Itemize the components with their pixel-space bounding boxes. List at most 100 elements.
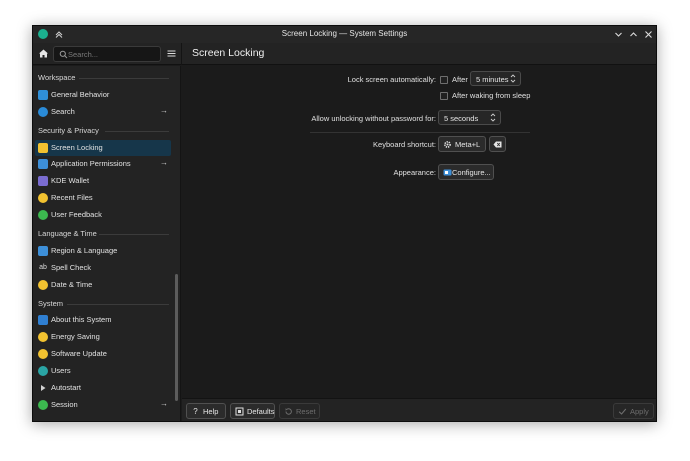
spin-arrows-icon[interactable] bbox=[510, 73, 516, 84]
sidebar-item-label: Spell Check bbox=[51, 263, 92, 272]
sidebar-item-application-permissions[interactable]: Application Permissions → bbox=[33, 156, 171, 172]
footer-bar: ? Help Defaults Reset Apply bbox=[182, 398, 656, 421]
section-system: System bbox=[38, 299, 64, 308]
section-divider bbox=[105, 131, 169, 132]
after-label: After bbox=[452, 75, 468, 84]
apply-button[interactable]: Apply bbox=[613, 403, 654, 419]
defaults-icon bbox=[235, 407, 244, 416]
user-feedback-icon bbox=[38, 210, 48, 220]
sidebar-item-label: Search bbox=[51, 107, 75, 116]
search-icon bbox=[38, 107, 48, 117]
session-icon bbox=[38, 400, 48, 410]
defaults-label: Defaults bbox=[247, 407, 275, 416]
sidebar-item-recent-files[interactable]: Recent Files bbox=[33, 190, 171, 206]
configure-icon bbox=[443, 168, 452, 177]
spin-arrows-icon[interactable] bbox=[490, 112, 496, 123]
system-settings-window: Screen Locking — System Settings Screen … bbox=[32, 25, 657, 422]
appearance-label: Appearance: bbox=[393, 168, 436, 177]
sidebar-item-label: Date & Time bbox=[51, 280, 93, 289]
lock-icon bbox=[38, 143, 48, 153]
general-behavior-icon bbox=[38, 90, 48, 100]
unlock-without-password-label: Allow unlocking without password for: bbox=[311, 114, 436, 123]
reset-button[interactable]: Reset bbox=[279, 403, 320, 419]
sidebar-item-label: KDE Wallet bbox=[51, 176, 90, 185]
recent-files-icon bbox=[38, 193, 48, 203]
autostart-icon bbox=[38, 383, 48, 393]
page-title: Screen Locking bbox=[192, 47, 265, 59]
arrow-right-icon: → bbox=[160, 106, 168, 115]
users-icon bbox=[38, 366, 48, 376]
home-icon[interactable] bbox=[37, 47, 50, 60]
sidebar-item-label: Screen Locking bbox=[51, 143, 103, 152]
sidebar-item-session[interactable]: Session → bbox=[33, 397, 171, 413]
after-waking-checkbox[interactable] bbox=[440, 92, 448, 100]
sidebar-item-autostart[interactable]: Autostart bbox=[33, 380, 171, 396]
configure-label: Configure... bbox=[452, 168, 491, 177]
section-divider bbox=[79, 78, 169, 79]
sidebar: Workspace General Behavior Search → Secu… bbox=[33, 66, 181, 421]
clear-shortcut-button[interactable] bbox=[489, 136, 506, 152]
sidebar-item-spell-check[interactable]: ab Spell Check bbox=[33, 260, 171, 276]
sidebar-item-label: Software Update bbox=[51, 349, 107, 358]
sidebar-item-label: About this System bbox=[51, 315, 112, 324]
help-button[interactable]: ? Help bbox=[186, 403, 226, 419]
main-content: Lock screen automatically: After 5 minut… bbox=[182, 66, 656, 398]
lock-after-value: 5 minutes bbox=[476, 75, 509, 84]
arrow-right-icon: → bbox=[160, 158, 168, 167]
title-bar: Screen Locking — System Settings bbox=[33, 26, 656, 43]
scrollbar-thumb[interactable] bbox=[175, 274, 178, 401]
lock-after-checkbox[interactable] bbox=[440, 76, 448, 84]
unlock-grace-spinbox[interactable]: 5 seconds bbox=[438, 110, 501, 125]
toolbar: Screen Locking bbox=[33, 43, 656, 65]
shortcut-value: Meta+L bbox=[455, 140, 481, 149]
permissions-icon bbox=[38, 159, 48, 169]
sidebar-item-label: Users bbox=[51, 366, 71, 375]
sidebar-item-search[interactable]: Search → bbox=[33, 104, 171, 120]
info-icon bbox=[38, 315, 48, 325]
configure-appearance-button[interactable]: Configure... bbox=[438, 164, 494, 180]
sidebar-item-users[interactable]: Users bbox=[33, 363, 171, 379]
software-update-icon bbox=[38, 349, 48, 359]
sidebar-item-about-this-system[interactable]: About this System bbox=[33, 312, 171, 328]
reset-icon bbox=[284, 407, 293, 416]
search-icon bbox=[59, 50, 68, 59]
search-field[interactable] bbox=[53, 46, 161, 62]
sidebar-item-label: Region & Language bbox=[51, 246, 118, 255]
shortcut-button[interactable]: Meta+L bbox=[438, 136, 486, 152]
close-icon[interactable] bbox=[643, 29, 654, 40]
lock-after-spinbox[interactable]: 5 minutes bbox=[470, 71, 521, 86]
sidebar-item-general-behavior[interactable]: General Behavior bbox=[33, 87, 171, 103]
search-input[interactable] bbox=[68, 48, 158, 60]
hamburger-menu-icon[interactable] bbox=[166, 48, 177, 59]
maximize-icon[interactable] bbox=[628, 29, 639, 40]
wallet-icon bbox=[38, 176, 48, 186]
sidebar-item-kde-wallet[interactable]: KDE Wallet bbox=[33, 173, 171, 189]
sidebar-item-label: Energy Saving bbox=[51, 332, 100, 341]
check-icon bbox=[618, 407, 627, 416]
lock-auto-label: Lock screen automatically: bbox=[347, 75, 436, 84]
sidebar-scrollbar[interactable] bbox=[174, 68, 179, 421]
section-workspace: Workspace bbox=[38, 73, 76, 82]
sidebar-item-region-language[interactable]: Region & Language bbox=[33, 243, 171, 259]
reset-label: Reset bbox=[296, 407, 316, 416]
section-divider bbox=[99, 234, 169, 235]
minimize-icon[interactable] bbox=[613, 29, 624, 40]
sidebar-item-screen-locking[interactable]: Screen Locking bbox=[35, 140, 171, 156]
sidebar-item-date-time[interactable]: Date & Time bbox=[33, 277, 171, 293]
clear-icon bbox=[493, 140, 502, 149]
sidebar-item-label: Application Permissions bbox=[51, 159, 131, 168]
region-language-icon bbox=[38, 246, 48, 256]
sidebar-item-energy-saving[interactable]: Energy Saving bbox=[33, 329, 171, 345]
clock-icon bbox=[38, 280, 48, 290]
spell-check-icon: ab bbox=[39, 264, 47, 271]
sidebar-item-user-feedback[interactable]: User Feedback bbox=[33, 207, 171, 223]
defaults-button[interactable]: Defaults bbox=[230, 403, 275, 419]
energy-saving-icon bbox=[38, 332, 48, 342]
gear-icon bbox=[443, 140, 452, 149]
sidebar-item-label: General Behavior bbox=[51, 90, 110, 99]
apply-label: Apply bbox=[630, 407, 649, 416]
sidebar-item-label: Session bbox=[51, 400, 78, 409]
form-divider bbox=[310, 132, 530, 133]
sidebar-item-software-update[interactable]: Software Update bbox=[33, 346, 171, 362]
keyboard-shortcut-label: Keyboard shortcut: bbox=[373, 140, 436, 149]
